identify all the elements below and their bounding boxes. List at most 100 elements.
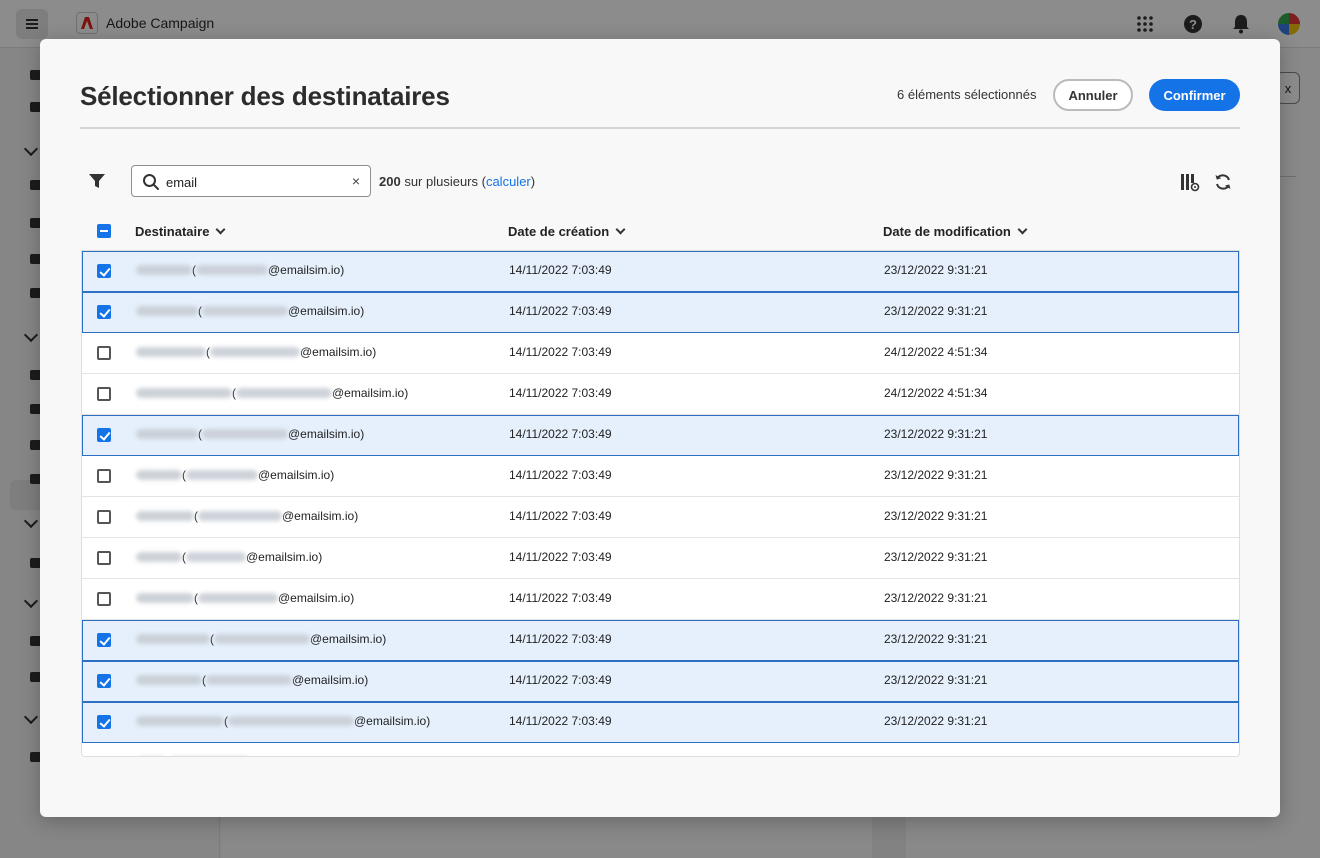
recipient-cell: (@emailsim.io) [136,550,322,564]
table-row[interactable]: (@emailsim.io) 14/11/2022 7:03:49 23/12/20… [82,497,1239,538]
table-row[interactable]: (@emailsim.io) 14/11/2022 7:03:49 23/12/20… [82,456,1239,497]
recipient-email-domain: @emailsim.io) [332,386,409,400]
row-checkbox[interactable] [97,346,111,360]
row-checkbox[interactable] [97,674,111,688]
recipient-cell: (@emailsim.io) [136,591,354,605]
created-date-cell: 14/11/2022 7:03:49 [509,714,612,728]
recipient-email-domain: @emailsim.io) [310,632,387,646]
redacted-email-local [214,634,310,644]
redacted-email-local [210,347,300,357]
close-icon[interactable]: × [348,173,364,189]
created-date-cell: 14/11/2022 7:03:49 [509,509,612,523]
table-row[interactable]: (@emailsim.io) 14/11/2022 7:03:49 23/12/20… [82,251,1239,292]
row-checkbox[interactable] [97,715,111,729]
table-row[interactable]: ( [82,743,1239,757]
modified-date-cell: 23/12/2022 9:31:21 [884,591,988,605]
redacted-name [136,634,210,644]
modified-date-cell: 23/12/2022 9:31:21 [884,632,988,646]
filter-icon[interactable] [87,171,107,191]
chevron-down-icon [615,224,626,235]
created-date-cell: 14/11/2022 7:03:49 [509,345,612,359]
column-header-label: Destinataire [135,224,210,239]
recipient-cell: (@emailsim.io) [136,714,430,728]
cancel-button[interactable]: Annuler [1053,79,1133,111]
confirm-button[interactable]: Confirmer [1149,79,1240,111]
row-checkbox[interactable] [97,510,111,524]
table-row[interactable]: (@emailsim.io) 14/11/2022 7:03:49 23/12/20… [82,292,1239,333]
table-row[interactable]: (@emailsim.io) 14/11/2022 7:03:49 23/12/20… [82,579,1239,620]
created-date-cell: 14/11/2022 7:03:49 [509,591,612,605]
recipients-table[interactable]: (@emailsim.io) 14/11/2022 7:03:49 23/12/20… [81,250,1240,757]
redacted-email-local [202,429,288,439]
row-checkbox[interactable] [97,551,111,565]
recipient-cell: ( [136,755,250,756]
redacted-email-local [198,511,282,521]
select-all-checkbox[interactable] [97,224,111,238]
refresh-icon[interactable] [1213,172,1233,192]
recipient-email-domain: @emailsim.io) [268,263,345,277]
result-count-close: ) [530,174,536,189]
row-checkbox[interactable] [97,387,111,401]
recipient-cell: (@emailsim.io) [136,632,386,646]
row-checkbox[interactable] [97,633,111,647]
redacted-name [136,347,206,357]
redacted-name [136,675,202,685]
recipient-cell: (@emailsim.io) [136,263,344,277]
recipient-cell: (@emailsim.io) [136,468,334,482]
table-row[interactable]: (@emailsim.io) 14/11/2022 7:03:49 23/12/20… [82,538,1239,579]
row-checkbox[interactable] [97,305,111,319]
chevron-down-icon [215,224,226,235]
redacted-name [136,552,182,562]
result-count-number: 200 [379,174,401,189]
column-header-label: Date de création [508,224,610,239]
redacted-name [136,470,182,480]
column-settings-icon[interactable] [1180,172,1200,192]
redacted-name [136,593,194,603]
created-date-cell: 14/11/2022 7:03:49 [509,550,612,564]
chevron-down-icon [1017,224,1028,235]
recipient-open-paren: ( [166,755,170,756]
created-date-cell: 14/11/2022 7:03:49 [509,673,612,687]
search-input[interactable] [166,172,342,192]
column-header-label: Date de modification [883,224,1011,239]
table-row[interactable]: (@emailsim.io) 14/11/2022 7:03:49 23/12/20… [82,415,1239,456]
dialog-divider [80,127,1240,129]
redacted-name [136,265,192,275]
row-checkbox[interactable] [97,264,111,278]
column-header-recipient[interactable]: Destinataire [135,224,226,239]
calculate-link[interactable]: calculer [486,174,531,189]
redacted-name [136,388,232,398]
recipient-cell: (@emailsim.io) [136,386,408,400]
created-date-cell: 14/11/2022 7:03:49 [509,386,612,400]
modified-date-cell: 23/12/2022 9:31:21 [884,714,988,728]
modified-date-cell: 23/12/2022 9:31:21 [884,304,988,318]
recipient-email-domain: @emailsim.io) [292,673,369,687]
table-row[interactable]: (@emailsim.io) 14/11/2022 7:03:49 23/12/20… [82,702,1239,743]
created-date-cell: 14/11/2022 7:03:49 [509,427,612,441]
row-checkbox[interactable] [97,428,111,442]
table-row[interactable]: (@emailsim.io) 14/11/2022 7:03:49 23/12/20… [82,661,1239,702]
table-header: Destinataire Date de création Date de mo… [81,219,1239,253]
column-header-created[interactable]: Date de création [508,224,626,239]
column-header-modified[interactable]: Date de modification [883,224,1028,239]
redacted-name [136,306,198,316]
created-date-cell: 14/11/2022 7:03:49 [509,468,612,482]
table-row[interactable]: (@emailsim.io) 14/11/2022 7:03:49 23/12/20… [82,620,1239,661]
recipient-cell: (@emailsim.io) [136,673,368,687]
recipient-email-domain: @emailsim.io) [246,550,323,564]
recipient-email-domain: @emailsim.io) [288,427,365,441]
modified-date-cell: 23/12/2022 9:31:21 [884,550,988,564]
redacted-email-local [206,675,292,685]
row-checkbox[interactable] [97,756,111,757]
search-field[interactable]: × [131,165,371,197]
row-checkbox[interactable] [97,592,111,606]
redacted-name [136,716,224,726]
dialog-title: Sélectionner des destinataires [80,81,450,111]
table-row[interactable]: (@emailsim.io) 14/11/2022 7:03:49 24/12/20… [82,374,1239,415]
row-checkbox[interactable] [97,469,111,483]
redacted-name [136,429,198,439]
created-date-cell: 14/11/2022 7:03:49 [509,632,612,646]
table-row[interactable]: (@emailsim.io) 14/11/2022 7:03:49 24/12/20… [82,333,1239,374]
select-recipients-dialog: Sélectionner des destinataires 6 élément… [40,39,1280,817]
recipient-email-domain: @emailsim.io) [282,509,359,523]
